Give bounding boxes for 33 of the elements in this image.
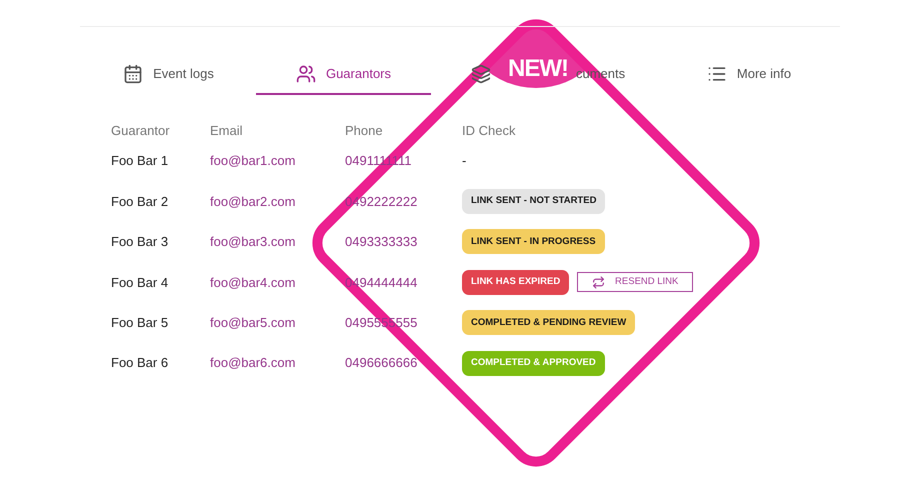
column-header: Email bbox=[210, 122, 244, 140]
tab[interactable]: More info bbox=[670, 55, 828, 95]
table-cell-text: Foo Bar 5 bbox=[111, 314, 170, 332]
phone-link[interactable]: 0493333333 bbox=[345, 232, 462, 252]
table-cell-text: Foo Bar 1 bbox=[111, 152, 170, 170]
table-cell-text: - bbox=[462, 152, 466, 170]
column-header: ID Check bbox=[462, 122, 516, 140]
stack-icon bbox=[471, 64, 491, 84]
resend-link-button[interactable]: RESEND LINK bbox=[577, 272, 694, 292]
status-badge: LINK SENT - NOT STARTED bbox=[462, 189, 606, 214]
email-link[interactable]: foo@bar4.com bbox=[210, 272, 345, 292]
column-header: Phone bbox=[345, 122, 384, 140]
people-icon bbox=[296, 64, 316, 84]
email-link[interactable]: foo@bar1.com bbox=[210, 151, 345, 171]
status-badge: COMPLETED & PENDING REVIEW bbox=[462, 310, 636, 336]
phone-link[interactable]: 0496666666 bbox=[345, 353, 462, 373]
status-badge: COMPLETED & APPROVED bbox=[462, 350, 605, 376]
table-cell-text: Foo Bar 3 bbox=[111, 233, 170, 252]
table-cell-text: Foo Bar 6 bbox=[111, 354, 170, 372]
calendar-icon bbox=[123, 64, 144, 84]
new-label: NEW! bbox=[508, 54, 566, 84]
table-cell-text: Foo Bar 4 bbox=[111, 274, 170, 292]
table-cell-text: Foo Bar 2 bbox=[111, 192, 170, 211]
tab[interactable]: Event logs bbox=[81, 55, 256, 95]
column-header: Guarantor bbox=[111, 122, 171, 140]
repeat-icon bbox=[592, 276, 606, 289]
status-badge: LINK SENT - IN PROGRESS bbox=[462, 229, 605, 254]
email-link[interactable]: foo@bar2.com bbox=[210, 192, 345, 212]
email-link[interactable]: foo@bar5.com bbox=[210, 313, 345, 332]
tab[interactable]: Guarantors bbox=[256, 55, 431, 95]
email-link[interactable]: foo@bar3.com bbox=[210, 232, 345, 252]
status-badge: LINK HAS EXPIRED bbox=[462, 270, 570, 295]
email-link[interactable]: foo@bar6.com bbox=[210, 353, 345, 373]
